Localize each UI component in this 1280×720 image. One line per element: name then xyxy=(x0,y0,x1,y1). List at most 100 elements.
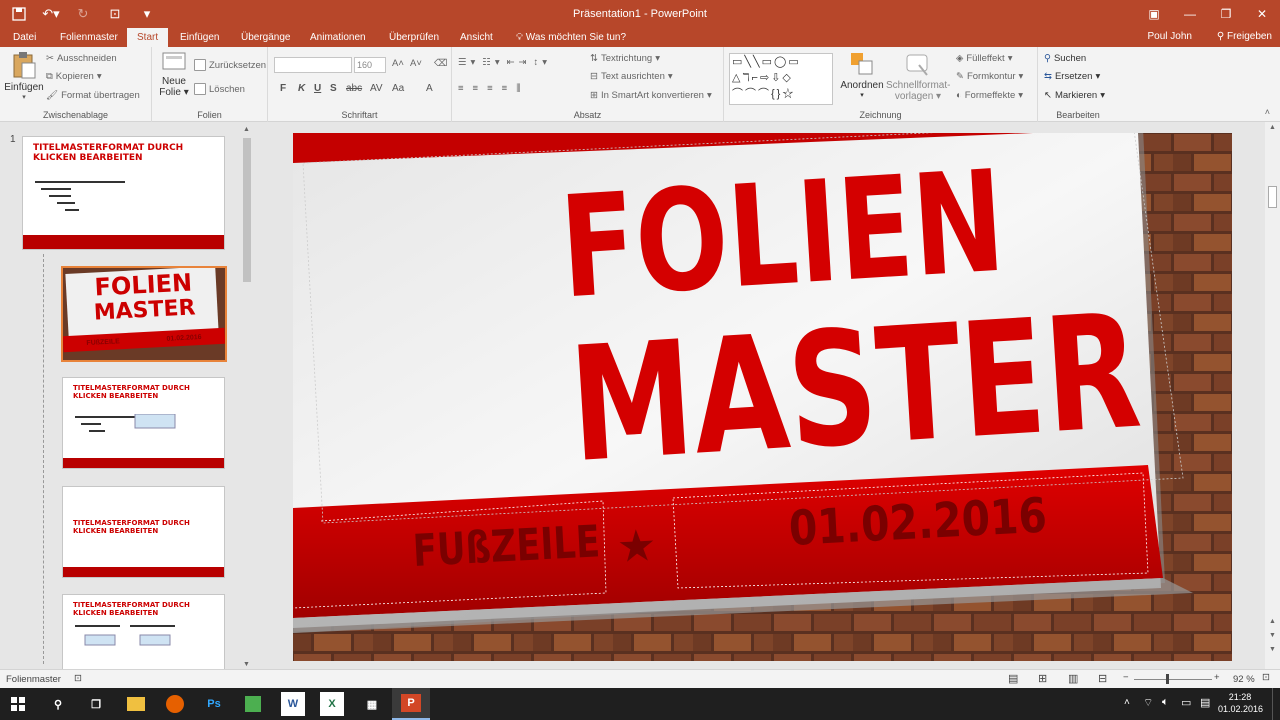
camtasia-icon[interactable] xyxy=(241,692,265,716)
slide-scroll-thumb[interactable] xyxy=(1268,186,1277,208)
notifications-icon[interactable]: ▤ xyxy=(1200,696,1210,709)
firefox-icon[interactable] xyxy=(163,692,187,716)
scroll-down-page-icon[interactable]: ▼ xyxy=(1269,646,1276,653)
sorter-view-icon[interactable]: ⊞ xyxy=(1038,672,1047,685)
cut-button[interactable]: ✂ Ausschneiden xyxy=(46,53,117,64)
fit-to-window-icon[interactable]: ⊡ xyxy=(1262,672,1270,683)
shape-outline-button[interactable]: ✎ Formkontur ▾ xyxy=(956,71,1023,82)
font-name-combo[interactable] xyxy=(274,57,352,73)
char-spacing-button[interactable]: AV xyxy=(370,83,383,94)
layout4-thumb-title: TITELMASTERFORMAT DURCH KLICKEN BEARBEIT… xyxy=(73,601,190,617)
normal-view-icon[interactable]: ▤ xyxy=(1008,672,1018,685)
volume-icon[interactable]: 🔈︎ xyxy=(1162,696,1169,709)
tab-animationen[interactable]: Animationen xyxy=(307,28,369,47)
smartart-button[interactable]: ⊞ In SmartArt konvertieren ▾ xyxy=(590,90,712,101)
tab-start[interactable]: Start xyxy=(127,28,169,47)
select-button[interactable]: ↖ Markieren ▾ xyxy=(1044,90,1105,101)
shape-effects-button[interactable]: ◐ Formeffekte ▾ xyxy=(956,90,1023,101)
tray-chevron-icon[interactable]: ˄ xyxy=(1124,697,1130,708)
new-slide-button[interactable]: Neue Folie ▾ xyxy=(156,51,192,103)
layout2-thumb-title: TITELMASTERFORMAT DURCH KLICKEN BEARBEIT… xyxy=(73,384,190,400)
replace-button[interactable]: ⇆ Ersetzen ▾ xyxy=(1044,71,1100,82)
align-text-button[interactable]: ⊟ Text ausrichten ▾ xyxy=(590,71,673,82)
tab-uebergaenge[interactable]: Übergänge xyxy=(238,28,293,47)
word-icon[interactable]: W xyxy=(281,692,305,716)
calculator-icon[interactable]: ▦ xyxy=(360,692,384,716)
tab-einfuegen[interactable]: Einfügen xyxy=(177,28,222,47)
slide-footer[interactable]: FUßZEILE xyxy=(412,516,602,577)
format-painter-button[interactable]: 🖌︎ Format übertragen xyxy=(46,90,140,101)
change-case-button[interactable]: Aa xyxy=(392,83,404,94)
layout-thumbnail-two-content[interactable]: TITELMASTERFORMAT DURCH KLICKEN BEARBEIT… xyxy=(62,594,225,669)
zoom-slider[interactable] xyxy=(1134,679,1212,680)
scroll-up-icon[interactable]: ▲ xyxy=(1269,124,1276,131)
reading-view-icon[interactable]: ▥ xyxy=(1068,672,1078,685)
ribbon-display-options-icon[interactable]: ▣ xyxy=(1136,0,1172,28)
slide-master-canvas[interactable]: FOLIEN MASTER FUßZEILE ★ 01.02.2016 xyxy=(293,133,1232,661)
photoshop-icon[interactable]: Ps xyxy=(202,692,226,716)
copy-button[interactable]: ⧉ Kopieren ▾ xyxy=(46,71,102,82)
minimize-button[interactable]: — xyxy=(1172,0,1208,28)
scroll-down-icon[interactable]: ▼ xyxy=(243,661,250,668)
show-desktop-button[interactable] xyxy=(1272,688,1280,720)
paste-button[interactable]: Einfügen ▾ xyxy=(4,51,44,103)
clock[interactable]: 21:28 01.02.2016 xyxy=(1218,691,1263,715)
restore-button[interactable]: ❐ xyxy=(1208,0,1244,28)
tab-ansicht[interactable]: Ansicht xyxy=(457,28,496,47)
share-button[interactable]: ⚲ Freigeben xyxy=(1217,31,1272,42)
quick-styles-button[interactable]: Schnellformat- vorlagen ▾ xyxy=(886,51,950,102)
close-button[interactable]: ✕ xyxy=(1244,0,1280,28)
scroll-up-icon[interactable]: ▲ xyxy=(243,126,250,133)
shrink-font-icon[interactable]: A˅ xyxy=(410,58,422,69)
strikethrough-button[interactable]: abc xyxy=(346,83,362,94)
accessibility-icon[interactable]: ⊡ xyxy=(74,673,82,684)
clear-format-icon[interactable]: ⌫ xyxy=(434,58,447,69)
tab-datei[interactable]: Datei xyxy=(10,28,39,47)
group-label-zwischenablage: Zwischenablage xyxy=(42,110,109,120)
shapes-gallery[interactable]: ▭╲╲▭◯▭ △ℸ⌐⇨⇩◇ ⌒⌒⌒{}☆ xyxy=(729,53,833,105)
zoom-level[interactable]: 92 % xyxy=(1233,674,1255,685)
bold-button[interactable]: F xyxy=(280,83,286,94)
grow-font-icon[interactable]: A˄ xyxy=(392,58,404,69)
underline-button[interactable]: U xyxy=(314,83,321,94)
scroll-down-icon[interactable]: ▼ xyxy=(1269,632,1276,639)
tab-ueberpruefen[interactable]: Überprüfen xyxy=(386,28,442,47)
user-name[interactable]: Poul John xyxy=(1148,31,1192,42)
zoom-slider-thumb[interactable] xyxy=(1166,674,1169,684)
thumbnail-scrollbar[interactable]: ▲ ▼ xyxy=(242,126,252,668)
shape-fill-button[interactable]: ◈ Fülleffekt ▾ xyxy=(956,53,1012,64)
layout-thumbnail-title[interactable]: FOLIEN MASTER FUßZEILE 01.02.2016 xyxy=(61,266,227,362)
slide-title[interactable]: FOLIEN MASTER xyxy=(556,141,1145,498)
tab-folienmaster[interactable]: Folienmaster xyxy=(57,28,121,47)
align-buttons[interactable]: ≡ ≡ ≡ ≡ ⫼ xyxy=(458,83,527,94)
delete-button[interactable]: Löschen xyxy=(194,83,245,95)
italic-button[interactable]: K xyxy=(298,83,305,94)
find-button[interactable]: ⚲ Suchen xyxy=(1044,53,1086,64)
wifi-icon[interactable]: ⌔ xyxy=(1143,696,1153,710)
thumbnail-scroll-thumb[interactable] xyxy=(243,138,251,282)
scroll-up-page-icon[interactable]: ▲ xyxy=(1269,618,1276,625)
font-color-button[interactable]: A xyxy=(426,83,433,94)
layout-thumbnail-content[interactable]: TITELMASTERFORMAT DURCH KLICKEN BEARBEIT… xyxy=(62,377,225,469)
zoom-in-icon[interactable]: + xyxy=(1214,672,1220,683)
master-slide-thumbnail[interactable]: TITELMASTERFORMAT DURCH KLICKEN BEARBEIT… xyxy=(22,136,225,250)
task-view-icon[interactable]: ❐ xyxy=(84,692,108,716)
excel-icon[interactable]: X xyxy=(320,692,344,716)
font-size-combo[interactable]: 160 xyxy=(354,57,386,73)
collapse-ribbon-icon[interactable]: ˄ xyxy=(1265,107,1270,117)
windows-start-icon[interactable] xyxy=(6,692,30,716)
arrange-button[interactable]: Anordnen ▾ xyxy=(840,51,884,99)
search-icon[interactable]: ⚲ xyxy=(46,692,70,716)
file-explorer-icon[interactable] xyxy=(124,692,148,716)
battery-icon[interactable]: ▭ xyxy=(1181,696,1191,709)
zoom-out-icon[interactable]: − xyxy=(1123,672,1129,683)
layout-thumbnail-section[interactable]: TITELMASTERFORMAT DURCH KLICKEN BEARBEIT… xyxy=(62,486,225,578)
text-direction-button[interactable]: ⇅ Textrichtung ▾ xyxy=(590,53,660,64)
slide-scrollbar[interactable]: ▲ ▲ ▼ ▼ xyxy=(1265,122,1280,669)
list-buttons[interactable]: ☰▾ ☷▾ ⇤⇥ ↕▾ xyxy=(458,57,551,68)
shadow-button[interactable]: S xyxy=(330,83,337,94)
tell-me-box[interactable]: 💡︎ Was möchten Sie tun? xyxy=(513,28,629,47)
powerpoint-taskbar-button[interactable]: P xyxy=(392,688,430,720)
reset-button[interactable]: Zurücksetzen xyxy=(194,59,266,71)
slideshow-icon[interactable]: ⊟ xyxy=(1098,672,1107,685)
